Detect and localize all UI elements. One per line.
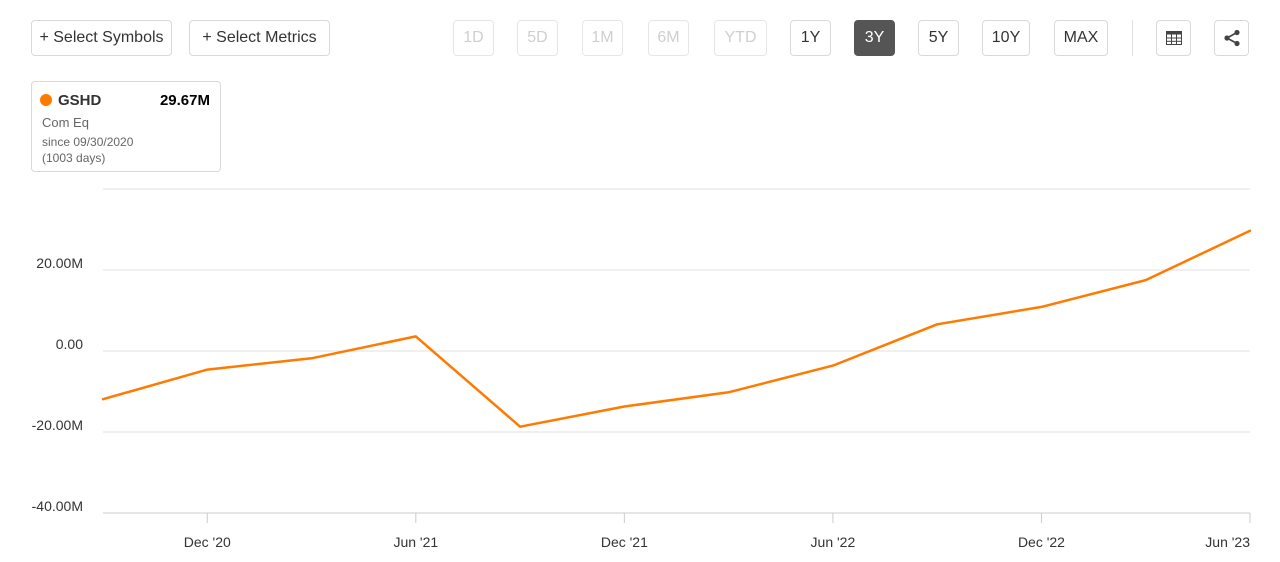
data-point (727, 390, 731, 394)
data-point (414, 334, 418, 338)
x-tick-label: Jun '21 (393, 534, 438, 550)
data-point (831, 364, 835, 368)
line-chart: 20.00M 0.00 -20.00M -40.00M Dec '20 Jun '21 De… (32, 188, 1252, 550)
data-point (205, 368, 209, 372)
data-point (1248, 229, 1252, 233)
y-tick-label: 0.00 (56, 336, 83, 352)
data-point (1039, 305, 1043, 309)
x-tick-label: Jun '22 (811, 534, 856, 550)
data-point (935, 322, 939, 326)
y-tick-label: 20.00M (36, 255, 83, 271)
x-tick-label: Jun '23 (1205, 534, 1250, 550)
data-point (310, 356, 314, 360)
x-tick-label: Dec '22 (1018, 534, 1065, 550)
x-tick-label: Dec '20 (184, 534, 231, 550)
data-point (518, 425, 522, 429)
data-point (622, 404, 626, 408)
series-line-gshd (101, 229, 1252, 428)
y-tick-label: -40.00M (32, 498, 83, 514)
data-point (101, 397, 105, 401)
data-point (1144, 278, 1148, 282)
y-tick-label: -20.00M (32, 417, 83, 433)
x-tick-label: Dec '21 (601, 534, 648, 550)
